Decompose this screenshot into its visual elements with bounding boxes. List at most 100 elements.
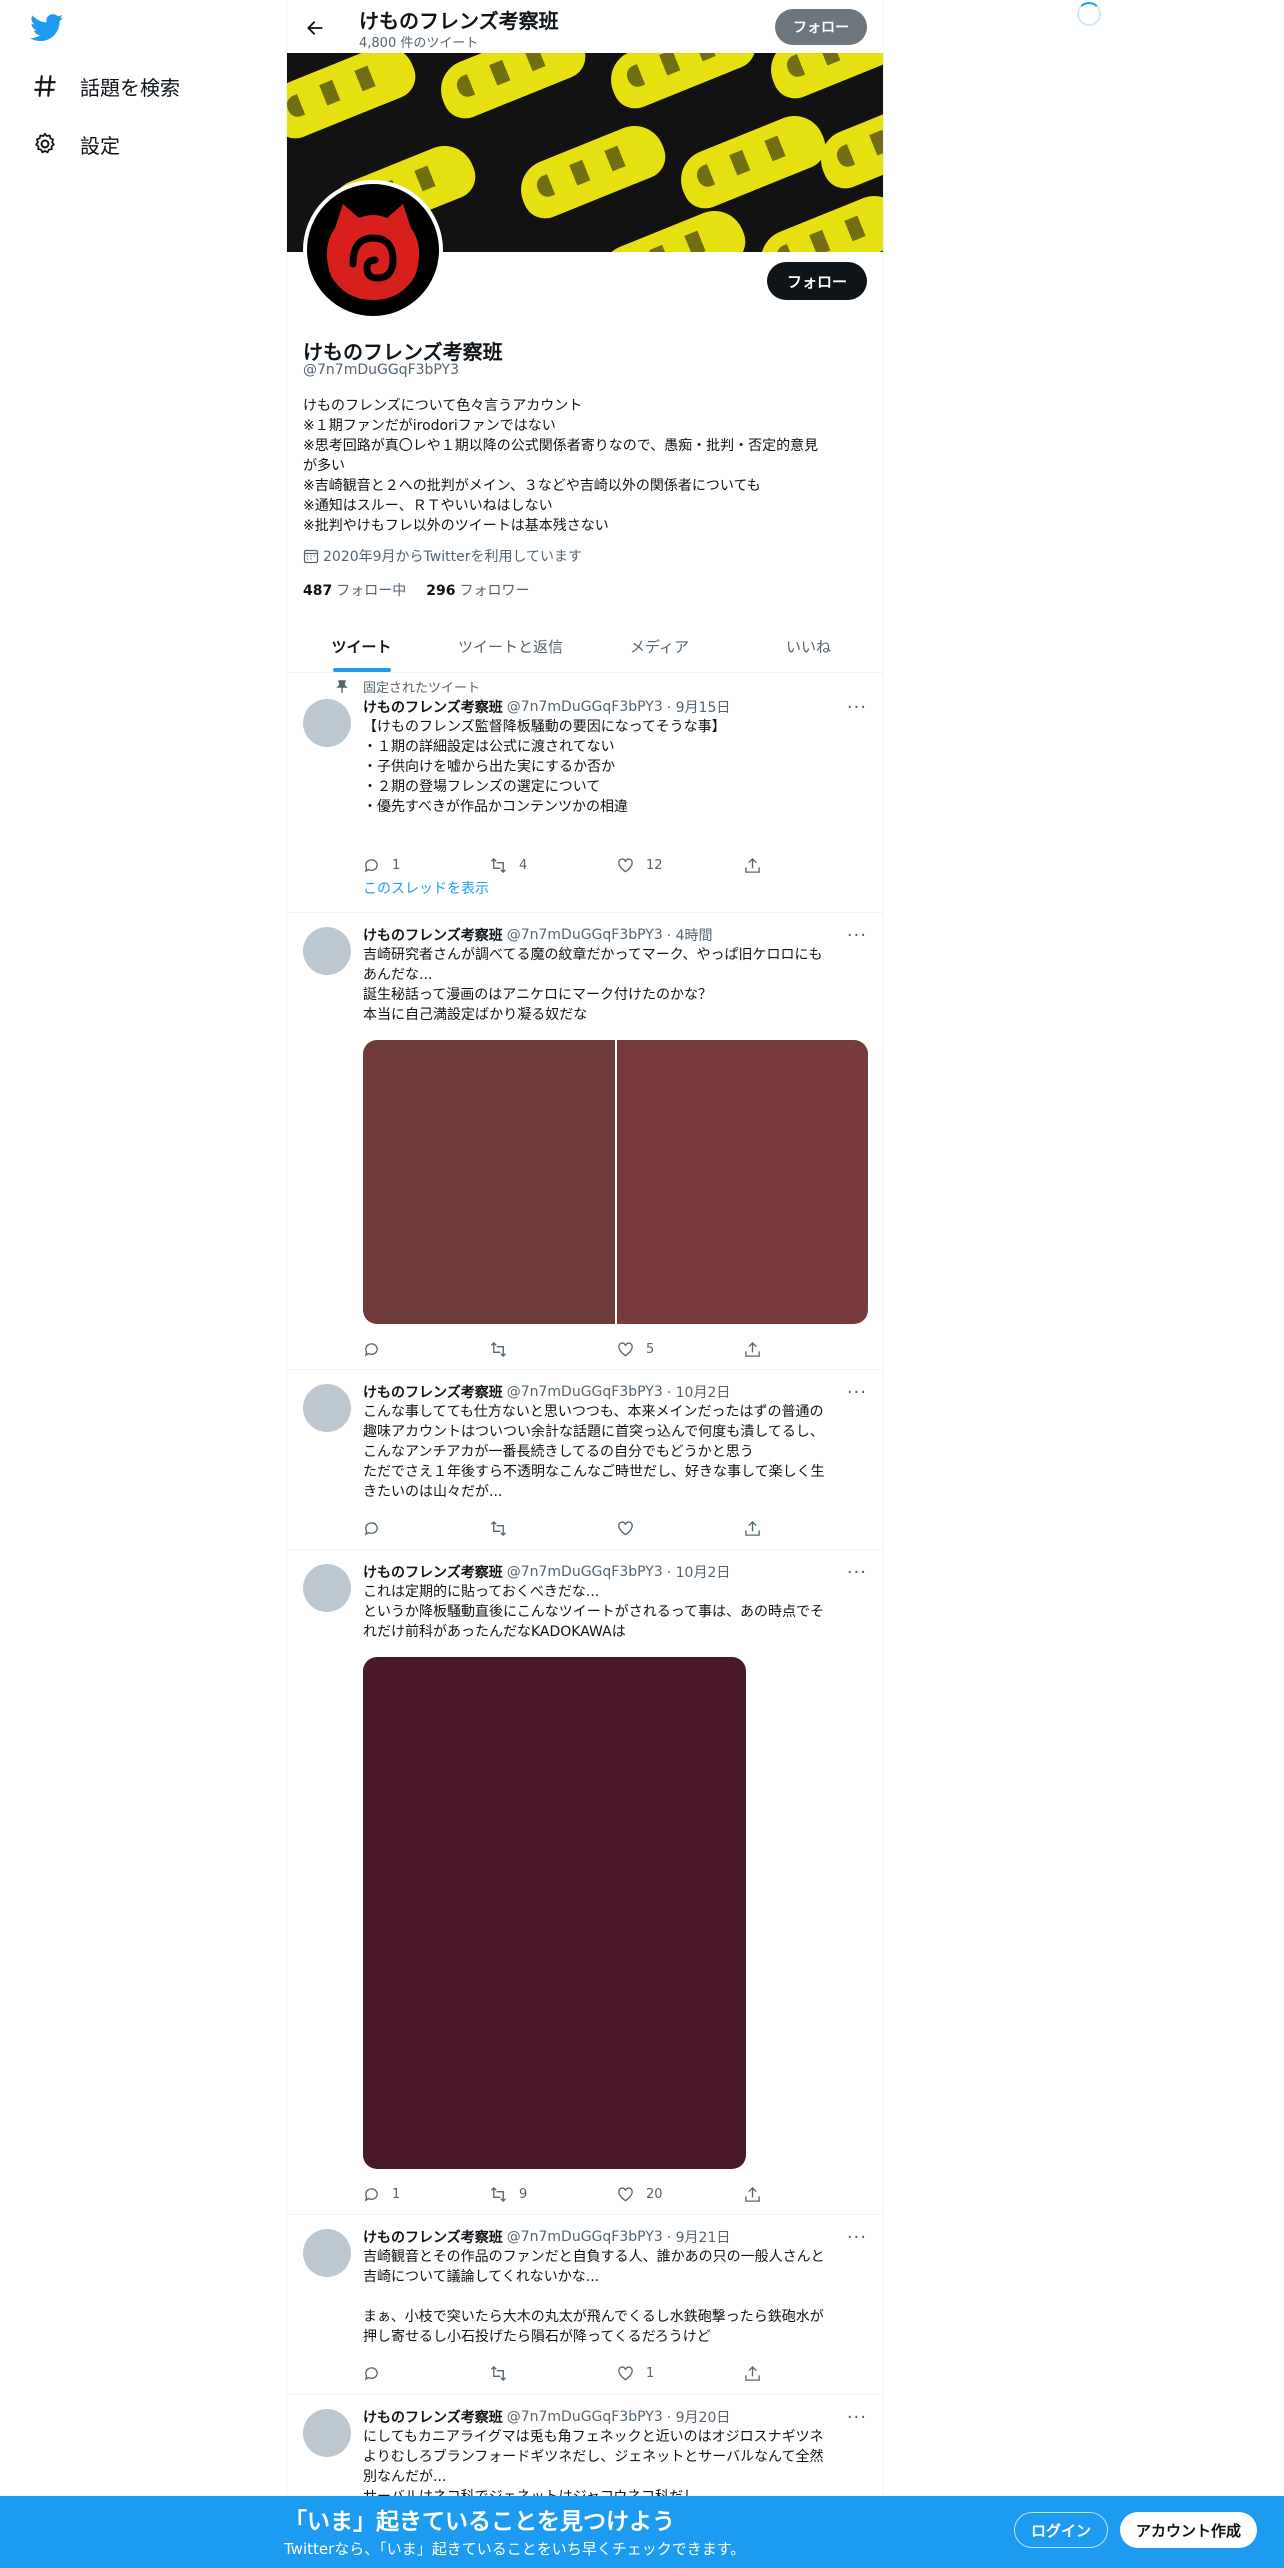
tweet-text: 吉崎観音とその作品のファンだと自負する人、誰かあの只の一般人さんと 吉崎について… <box>363 2247 867 2347</box>
retweet-button[interactable]: 9 <box>490 2184 617 2204</box>
share-icon <box>745 857 760 873</box>
tweet-text-line <box>363 2287 867 2307</box>
tweet-item[interactable]: けものフレンズ考察班 @7n7mDuGGqF3bPY3 · 4時間 ··· 吉崎… <box>287 913 883 1370</box>
tweet-author-handle[interactable]: @7n7mDuGGqF3bPY3 <box>507 1564 663 1580</box>
tweet-author-name[interactable]: けものフレンズ考察班 <box>363 925 503 945</box>
tweet-image[interactable] <box>616 1040 868 1324</box>
tweet-item[interactable]: けものフレンズ考察班 @7n7mDuGGqF3bPY3 · 9月21日 ··· … <box>287 2215 883 2395</box>
tweet-avatar[interactable] <box>303 1384 351 1432</box>
tweet-text-line: これは定期的に貼っておくべきだな... <box>363 1584 600 1600</box>
like-button[interactable]: 5 <box>617 1339 744 1359</box>
nav-explore[interactable]: 話題を検索 <box>32 66 180 106</box>
tab-likes[interactable]: いいね <box>734 620 883 672</box>
retweet-button[interactable] <box>490 1339 617 1359</box>
tweet-text-line: にしてもカニアライグマは兎も角フェネックと近いのはオジロスナギツネ <box>363 2429 824 2445</box>
tweet-text-line: きたいのは山々だが... <box>363 1484 503 1500</box>
share-icon <box>745 2186 760 2202</box>
reply-button[interactable] <box>363 1518 490 1538</box>
tweet-body: けものフレンズ考察班 @7n7mDuGGqF3bPY3 · 4時間 ··· 吉崎… <box>363 925 868 1357</box>
tweet-author-name[interactable]: けものフレンズ考察班 <box>363 1562 503 1582</box>
tweet-author-name[interactable]: けものフレンズ考察班 <box>363 697 503 717</box>
header-follow-button[interactable]: フォロー <box>775 9 867 45</box>
tweet-author-handle[interactable]: @7n7mDuGGqF3bPY3 <box>507 2409 663 2425</box>
tweet-body: けものフレンズ考察班 @7n7mDuGGqF3bPY3 · 9月21日 ··· … <box>363 2227 867 2381</box>
tab-media[interactable]: メディア <box>585 620 734 672</box>
tweet-text-line: ただでさえ１年後すら不透明なこんなご時世だし、好きな事して楽しく生 <box>363 1464 825 1480</box>
following-link[interactable]: 487 フォロー中 <box>303 580 406 600</box>
tweet-item[interactable]: けものフレンズ考察班 @7n7mDuGGqF3bPY3 · 10月2日 ··· … <box>287 1550 883 2215</box>
login-button[interactable]: ログイン <box>1014 2512 1109 2548</box>
tweet-timestamp[interactable]: · 4時間 <box>667 925 713 945</box>
reply-button[interactable] <box>363 2363 490 2383</box>
more-icon[interactable]: ··· <box>847 2407 867 2428</box>
retweet-button[interactable] <box>490 1518 617 1538</box>
tweet-author-handle[interactable]: @7n7mDuGGqF3bPY3 <box>507 927 663 943</box>
tweet-avatar[interactable] <box>303 927 351 975</box>
tweet-text-line: 吉崎研究者さんが調べてる魔の紋章だかってマーク、やっぱ旧ケロロにも <box>363 947 823 963</box>
tweet-text: にしてもカニアライグマは兎も角フェネックと近いのはオジロスナギツネ よりむしろブ… <box>363 2427 867 2507</box>
following-count: 487 <box>303 583 333 599</box>
tweet-timestamp[interactable]: · 10月2日 <box>667 1382 731 1402</box>
retweet-button[interactable]: 4 <box>490 855 617 875</box>
like-button[interactable]: 1 <box>617 2363 744 2383</box>
tweet-timestamp[interactable]: · 9月15日 <box>667 697 731 717</box>
tweet-item[interactable]: けものフレンズ考察班 @7n7mDuGGqF3bPY3 · 10月2日 ··· … <box>287 1370 883 1550</box>
tweet-avatar[interactable] <box>303 2229 351 2277</box>
tweet-body: けものフレンズ考察班 @7n7mDuGGqF3bPY3 · 9月15日 ··· … <box>363 697 867 873</box>
tweet-author-name[interactable]: けものフレンズ考察班 <box>363 2227 503 2247</box>
reply-button[interactable] <box>363 1339 490 1359</box>
reply-button[interactable]: 1 <box>363 2184 490 2204</box>
tweet-actions: 1 <box>363 2363 783 2383</box>
tweet-avatar[interactable] <box>303 699 351 747</box>
share-button[interactable] <box>744 2363 783 2383</box>
tweet-avatar[interactable] <box>303 1564 351 1612</box>
share-button[interactable] <box>744 1339 783 1359</box>
like-count: 5 <box>645 1341 655 1357</box>
show-thread-link[interactable]: このスレッドを表示 <box>363 878 489 898</box>
reply-button[interactable]: 1 <box>363 855 490 875</box>
like-button[interactable]: 12 <box>617 855 744 875</box>
tweet-timestamp[interactable]: · 10月2日 <box>667 1562 731 1582</box>
more-icon[interactable]: ··· <box>847 697 867 718</box>
profile-header-bar: けものフレンズ考察班 4,800 件のツイート フォロー <box>287 0 883 53</box>
tweet-author-handle[interactable]: @7n7mDuGGqF3bPY3 <box>507 2229 663 2245</box>
bio-line: ※吉崎観音と２への批判がメイン、３などや吉崎以外の関係者についても <box>303 478 761 494</box>
followers-link[interactable]: 296 フォロワー <box>426 580 529 600</box>
retweet-button[interactable] <box>490 2363 617 2383</box>
share-button[interactable] <box>744 2184 783 2204</box>
tab-tweets-and-replies[interactable]: ツイートと返信 <box>436 620 585 672</box>
hashtag-icon <box>34 75 56 97</box>
tweet-author-handle[interactable]: @7n7mDuGGqF3bPY3 <box>507 1384 663 1400</box>
tweet-author-name[interactable]: けものフレンズ考察班 <box>363 2407 503 2427</box>
tweet-text: 吉崎研究者さんが調べてる魔の紋章だかってマーク、やっぱ旧ケロロにも あんだな..… <box>363 945 867 1025</box>
tweet-image[interactable] <box>363 1040 615 1324</box>
tweet-timestamp[interactable]: · 9月21日 <box>667 2227 731 2247</box>
like-button[interactable] <box>617 1518 744 1538</box>
share-button[interactable] <box>744 1518 783 1538</box>
tweet-author-handle[interactable]: @7n7mDuGGqF3bPY3 <box>507 699 663 715</box>
twitter-logo-icon[interactable] <box>30 14 64 42</box>
more-icon[interactable]: ··· <box>847 925 867 946</box>
tweet-text-line: 吉崎観音とその作品のファンだと自負する人、誰かあの只の一般人さんと <box>363 2249 825 2265</box>
tweet-image[interactable] <box>363 1657 746 2169</box>
tweet-item[interactable]: 固定されたツイート けものフレンズ考察班 @7n7mDuGGqF3bPY3 · … <box>287 673 883 913</box>
more-icon[interactable]: ··· <box>847 2227 867 2248</box>
retweet-icon <box>490 2365 507 2381</box>
signup-button[interactable]: アカウント作成 <box>1120 2512 1258 2548</box>
tab-tweets[interactable]: ツイート <box>287 620 436 672</box>
more-icon[interactable]: ··· <box>847 1562 867 1583</box>
profile-avatar[interactable] <box>303 180 443 320</box>
like-button[interactable]: 20 <box>617 2184 744 2204</box>
more-icon[interactable]: ··· <box>847 1382 867 1403</box>
retweet-icon <box>490 857 507 873</box>
tweet-header: けものフレンズ考察班 @7n7mDuGGqF3bPY3 · 9月15日 <box>363 697 867 717</box>
tweet-timestamp[interactable]: · 9月20日 <box>667 2407 731 2427</box>
tweet-author-name[interactable]: けものフレンズ考察班 <box>363 1382 503 1402</box>
nav-settings[interactable]: 設定 <box>32 124 120 164</box>
back-button[interactable] <box>299 12 331 44</box>
heart-icon <box>618 1520 633 1535</box>
share-button[interactable] <box>744 855 783 875</box>
profile-follow-button[interactable]: フォロー <box>766 262 867 300</box>
tweet-avatar[interactable] <box>303 2409 351 2457</box>
like-count: 12 <box>645 857 663 873</box>
